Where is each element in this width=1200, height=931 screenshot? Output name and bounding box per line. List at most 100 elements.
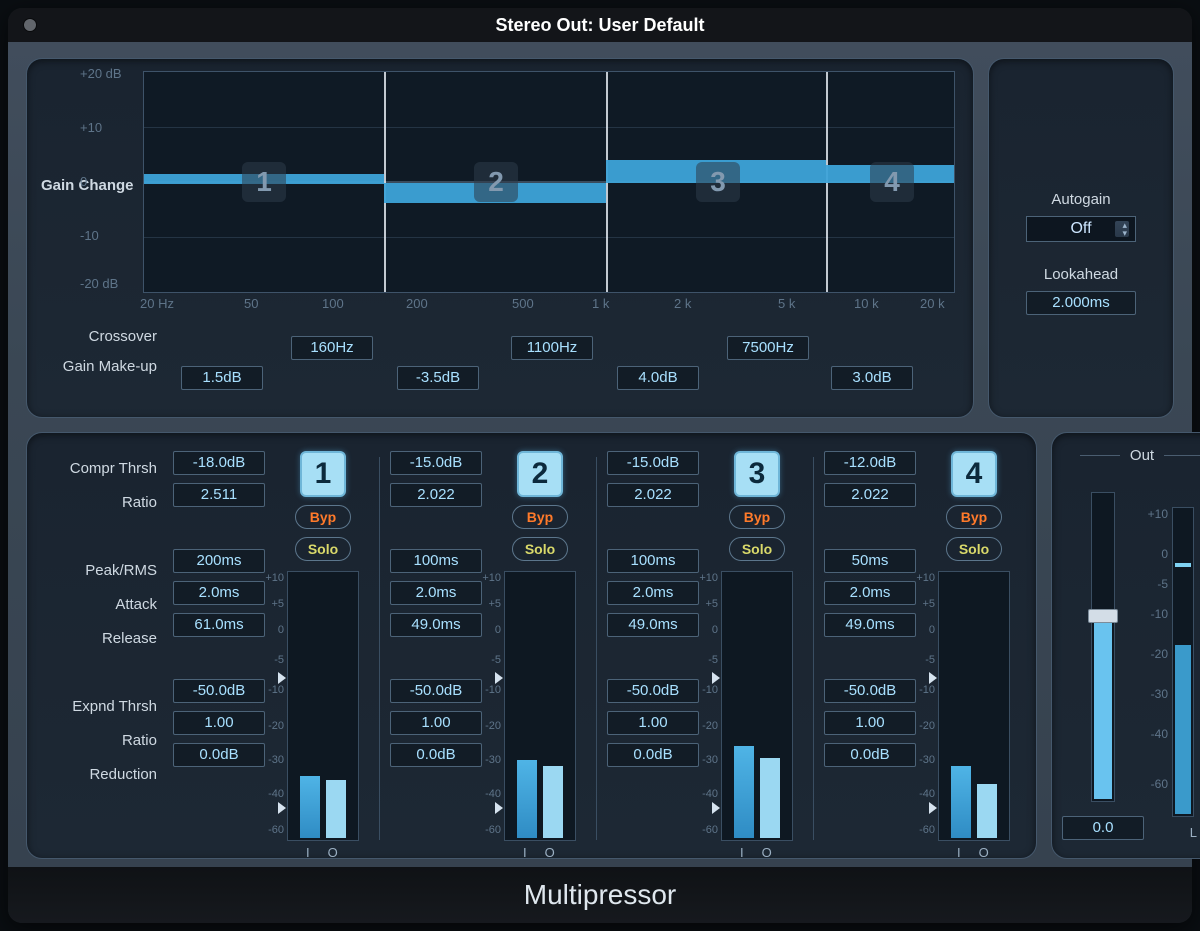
gain-graph[interactable]: +20 dB +10 0 -10 -20 dB [143, 71, 955, 293]
solo-button-2[interactable]: Solo [512, 537, 568, 561]
x-tick: 10 k [854, 296, 879, 311]
band-meter-4: +10+50-5-10-20-30-40-60IO [938, 571, 1010, 841]
lookahead-field[interactable]: 2.000ms [1026, 291, 1136, 315]
meter-tick: -30 [919, 754, 935, 766]
compr-thresh-4[interactable]: -12.0dB [824, 451, 916, 475]
out-tick: +10 [1148, 507, 1168, 521]
band-toggle-2[interactable]: 2 [517, 451, 563, 497]
compr-thresh-1[interactable]: -18.0dB [173, 451, 265, 475]
band-toggle-1[interactable]: 1 [300, 451, 346, 497]
out-label: Out [1130, 447, 1154, 464]
meter-tick: +10 [916, 572, 935, 584]
y-tick: +10 [80, 120, 102, 135]
plugin-window: Stereo Out: User Default Gain Change +20… [8, 8, 1192, 923]
thresh-marker-icon[interactable] [929, 672, 937, 684]
peak-rms-label: Peak/RMS [41, 553, 165, 587]
band-toggle-4[interactable]: 4 [951, 451, 997, 497]
x-tick: 2 k [674, 296, 691, 311]
meter-tick: 0 [495, 624, 501, 636]
thresh-marker-icon[interactable] [495, 802, 503, 814]
crossover-handle-1[interactable] [384, 72, 386, 292]
y-tick: -20 dB [80, 276, 118, 291]
out-tick: -40 [1151, 727, 1168, 741]
band-meter-3: +10+50-5-10-20-30-40-60IO [721, 571, 793, 841]
meter-tick: -10 [485, 684, 501, 696]
meter-tick: +5 [705, 598, 718, 610]
band-chip-3[interactable]: 3 [696, 162, 740, 202]
output-meter-l [1172, 507, 1194, 817]
compr-ratio-1[interactable]: 2.511 [173, 483, 265, 507]
bands-panel: Compr Thrsh Ratio Peak/RMS Attack Releas… [26, 432, 1037, 859]
solo-button-1[interactable]: Solo [295, 537, 351, 561]
gain-makeup-2[interactable]: -3.5dB [397, 366, 479, 390]
meter-tick: 0 [712, 624, 718, 636]
output-gain-slider[interactable] [1091, 492, 1115, 802]
thresh-marker-icon[interactable] [929, 802, 937, 814]
io-label: IO [306, 845, 338, 860]
content-area: Gain Change +20 dB +10 0 -10 -20 dB [8, 42, 1192, 867]
out-tick: 0 [1161, 547, 1168, 561]
gain-makeup-4[interactable]: 3.0dB [831, 366, 913, 390]
thresh-marker-icon[interactable] [712, 672, 720, 684]
out-tick: -60 [1151, 777, 1168, 791]
meter-tick: +5 [271, 598, 284, 610]
band-toggle-3[interactable]: 3 [734, 451, 780, 497]
compr-thresh-label: Compr Thrsh [41, 451, 165, 485]
band-chip-2[interactable]: 2 [474, 162, 518, 202]
peak-rms-2[interactable]: 100ms [390, 549, 482, 573]
close-icon[interactable] [24, 19, 36, 31]
compr-ratio-3[interactable]: 2.022 [607, 483, 699, 507]
band-meter-2: +10+50-5-10-20-30-40-60IO [504, 571, 576, 841]
meter-tick: -60 [702, 824, 718, 836]
out-tick: -10 [1151, 607, 1168, 621]
peak-rms-4[interactable]: 50ms [824, 549, 916, 573]
io-label: IO [523, 845, 555, 860]
band-column-2: -15.0dB2.022100ms2.0ms49.0ms-50.0dB1.000… [384, 451, 592, 846]
chevron-updown-icon: ▴▾ [1122, 221, 1127, 237]
attack-label: Attack [41, 587, 165, 621]
autogain-select[interactable]: Off ▴▾ [1026, 216, 1136, 242]
gain-makeup-1[interactable]: 1.5dB [181, 366, 263, 390]
compr-thresh-2[interactable]: -15.0dB [390, 451, 482, 475]
meter-tick: -20 [919, 720, 935, 732]
bypass-button-2[interactable]: Byp [512, 505, 568, 529]
meter-tick: -5 [491, 654, 501, 666]
meter-tick: -40 [702, 788, 718, 800]
peak-rms-1[interactable]: 200ms [173, 549, 265, 573]
band-chip-4[interactable]: 4 [870, 162, 914, 202]
lookahead-label: Lookahead [1044, 266, 1118, 283]
meter-tick: +5 [922, 598, 935, 610]
band-column-3: -15.0dB2.022100ms2.0ms49.0ms-50.0dB1.000… [601, 451, 809, 846]
bypass-button-3[interactable]: Byp [729, 505, 785, 529]
bypass-button-1[interactable]: Byp [295, 505, 351, 529]
bypass-button-4[interactable]: Byp [946, 505, 1002, 529]
slider-thumb[interactable] [1088, 609, 1118, 623]
thresh-marker-icon[interactable] [495, 672, 503, 684]
reduction-label: Reduction [41, 757, 165, 791]
thresh-marker-icon[interactable] [278, 672, 286, 684]
l-label: L [1190, 825, 1197, 840]
gain-graph-panel: Gain Change +20 dB +10 0 -10 -20 dB [26, 58, 974, 418]
output-gain-value[interactable]: 0.0 [1062, 816, 1144, 840]
gain-makeup-3[interactable]: 4.0dB [617, 366, 699, 390]
band-param-labels: Compr Thrsh Ratio Peak/RMS Attack Releas… [41, 451, 165, 846]
solo-button-3[interactable]: Solo [729, 537, 785, 561]
band-chip-1[interactable]: 1 [242, 162, 286, 202]
x-tick: 100 [322, 296, 344, 311]
meter-tick: -20 [702, 720, 718, 732]
meter-tick: -10 [268, 684, 284, 696]
meter-tick: 0 [929, 624, 935, 636]
compr-thresh-3[interactable]: -15.0dB [607, 451, 699, 475]
compr-ratio-2[interactable]: 2.022 [390, 483, 482, 507]
thresh-marker-icon[interactable] [712, 802, 720, 814]
titlebar[interactable]: Stereo Out: User Default [8, 8, 1192, 42]
plugin-footer: Multipressor [8, 867, 1192, 923]
plugin-name: Multipressor [524, 879, 676, 911]
out-tick: -5 [1157, 577, 1168, 591]
meter-tick: -5 [274, 654, 284, 666]
release-label: Release [41, 621, 165, 655]
peak-rms-3[interactable]: 100ms [607, 549, 699, 573]
solo-button-4[interactable]: Solo [946, 537, 1002, 561]
thresh-marker-icon[interactable] [278, 802, 286, 814]
compr-ratio-4[interactable]: 2.022 [824, 483, 916, 507]
